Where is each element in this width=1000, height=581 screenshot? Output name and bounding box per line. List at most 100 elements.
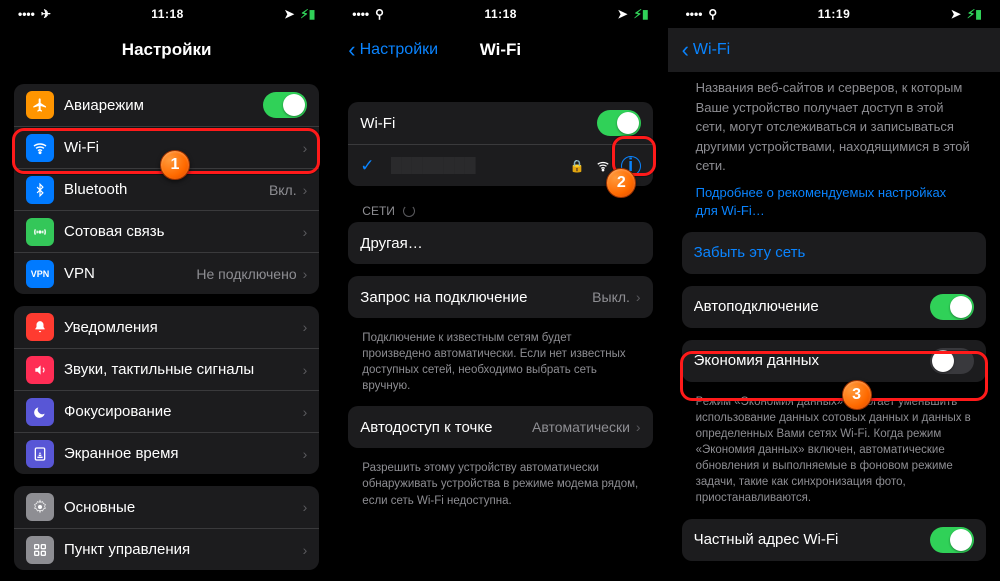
statusbar: ••••⚲ 11:18 ➤⚡︎▮ <box>334 0 666 28</box>
nav-header: ‹ Настройки Wi-Fi <box>334 28 666 72</box>
wifi-toggle[interactable] <box>597 110 641 136</box>
lowdata-footnote: Режим «Экономия данных» помогает уменьши… <box>696 394 972 507</box>
settings-group-connectivity: Авиарежим Wi-Fi › Bluetooth Вкл. › <box>14 84 319 294</box>
auto-hotspot-group: Автодоступ к точке Автоматически › <box>348 406 652 448</box>
row-label: Частный адрес Wi-Fi <box>694 531 930 548</box>
row-label: VPN <box>64 265 196 282</box>
chevron-right-icon: › <box>303 140 308 156</box>
nav-header: Настройки <box>0 28 333 72</box>
row-wifi-toggle[interactable]: Wi-Fi <box>348 102 652 144</box>
sounds-icon <box>26 356 54 384</box>
row-low-data-mode[interactable]: Экономия данных <box>682 340 986 382</box>
row-general[interactable]: Основные › <box>14 486 319 528</box>
row-vpn[interactable]: VPN VPN Не подключено › <box>14 252 319 294</box>
chevron-right-icon: › <box>303 404 308 420</box>
row-label: Bluetooth <box>64 181 269 198</box>
section-label-text: СЕТИ <box>362 204 395 218</box>
auto-hotspot-footnote: Разрешить этому устройству автоматически… <box>362 460 638 508</box>
wifi-icon <box>26 134 54 162</box>
wifi-icon: ⚲ <box>708 7 717 21</box>
row-other-network[interactable]: Другая… <box>348 222 652 264</box>
location-icon: ➤ <box>618 7 628 21</box>
row-detail: Вкл. <box>269 182 297 198</box>
vpn-icon: VPN <box>26 260 54 288</box>
privacy-description: Названия веб-сайтов и серверов, к которы… <box>696 78 972 176</box>
chevron-right-icon: › <box>303 266 308 282</box>
row-detail: Выкл. <box>592 289 630 305</box>
settings-group-general: Основные › Пункт управления › <box>14 486 319 570</box>
private-address-group: Частный адрес Wi-Fi <box>682 519 986 561</box>
location-icon: ➤ <box>284 7 294 21</box>
row-label: Экранное время <box>64 445 303 462</box>
bluetooth-icon <box>26 176 54 204</box>
chevron-right-icon: › <box>636 419 641 435</box>
battery-icon: ⚡︎▮ <box>300 7 315 21</box>
chevron-right-icon: › <box>303 362 308 378</box>
row-label: Автодоступ к точке <box>360 419 532 436</box>
airplane-icon <box>26 91 54 119</box>
gear-icon <box>26 493 54 521</box>
ask-join-footnote: Подключение к известным сетям будет прои… <box>362 330 638 394</box>
wifi-icon: ⚲ <box>375 7 384 21</box>
airplane-icon: ✈︎ <box>41 7 51 21</box>
ask-join-group: Запрос на подключение Выкл. › <box>348 276 652 318</box>
row-label: Запрос на подключение <box>360 289 592 306</box>
row-focus[interactable]: Фокусирование › <box>14 390 319 432</box>
signal-icon: •••• <box>686 7 703 21</box>
status-time: 11:19 <box>717 7 951 21</box>
battery-icon: ⚡︎▮ <box>634 7 649 21</box>
cellular-icon <box>26 218 54 246</box>
page-title: Настройки <box>0 40 333 60</box>
signal-icon: •••• <box>18 7 35 21</box>
row-sounds[interactable]: Звуки, тактильные сигналы › <box>14 348 319 390</box>
lowdata-toggle[interactable] <box>930 348 974 374</box>
row-detail: Не подключено <box>196 266 296 282</box>
chevron-right-icon: › <box>303 542 308 558</box>
row-label: Экономия данных <box>694 352 930 369</box>
back-button[interactable]: ‹ Wi-Fi <box>682 39 731 61</box>
row-label: Фокусирование <box>64 403 303 420</box>
autojoin-group: Автоподключение <box>682 286 986 328</box>
back-button[interactable]: ‹ Настройки <box>348 39 438 61</box>
row-label: Сотовая связь <box>64 223 303 240</box>
chevron-right-icon: › <box>303 499 308 515</box>
more-info-link[interactable]: Подробнее о рекомендуемых настройках для… <box>696 184 972 220</box>
row-forget-network[interactable]: Забыть эту сеть <box>682 232 986 274</box>
phone-screen-2: ••••⚲ 11:18 ➤⚡︎▮ ‹ Настройки Wi-Fi Wi-Fi… <box>333 0 666 581</box>
focus-icon <box>26 398 54 426</box>
other-networks-group: Другая… <box>348 222 652 264</box>
row-label: Пункт управления <box>64 541 303 558</box>
back-label: Настройки <box>360 41 438 59</box>
back-label: Wi-Fi <box>693 41 730 59</box>
lock-icon: 🔒 <box>570 159 585 173</box>
row-control-center[interactable]: Пункт управления › <box>14 528 319 570</box>
row-label: Забыть эту сеть <box>694 244 974 261</box>
row-screentime[interactable]: Экранное время › <box>14 432 319 474</box>
autojoin-toggle[interactable] <box>930 294 974 320</box>
status-time: 11:18 <box>384 7 618 21</box>
lowdata-group: Экономия данных <box>682 340 986 382</box>
row-label: Основные <box>64 499 303 516</box>
row-cellular[interactable]: Сотовая связь › <box>14 210 319 252</box>
settings-group-attention: Уведомления › Звуки, тактильные сигналы … <box>14 306 319 474</box>
chevron-right-icon: › <box>303 182 308 198</box>
chevron-right-icon: › <box>303 224 308 240</box>
notifications-icon <box>26 313 54 341</box>
step-badge-2: 2 <box>606 168 636 198</box>
airplane-toggle[interactable] <box>263 92 307 118</box>
status-time: 11:18 <box>51 7 284 21</box>
row-private-wifi-address[interactable]: Частный адрес Wi-Fi <box>682 519 986 561</box>
step-badge-1: 1 <box>160 150 190 180</box>
row-ask-to-join[interactable]: Запрос на подключение Выкл. › <box>348 276 652 318</box>
statusbar: ••••⚲ 11:19 ➤⚡︎▮ <box>668 0 1000 28</box>
row-notifications[interactable]: Уведомления › <box>14 306 319 348</box>
chevron-right-icon: › <box>636 289 641 305</box>
row-auto-join[interactable]: Автоподключение <box>682 286 986 328</box>
chevron-right-icon: › <box>303 446 308 462</box>
screentime-icon <box>26 440 54 468</box>
row-auto-hotspot[interactable]: Автодоступ к точке Автоматически › <box>348 406 652 448</box>
row-airplane-mode[interactable]: Авиарежим <box>14 84 319 126</box>
private-address-toggle[interactable] <box>930 527 974 553</box>
row-label: Другая… <box>360 235 640 252</box>
step-badge-3: 3 <box>842 380 872 410</box>
